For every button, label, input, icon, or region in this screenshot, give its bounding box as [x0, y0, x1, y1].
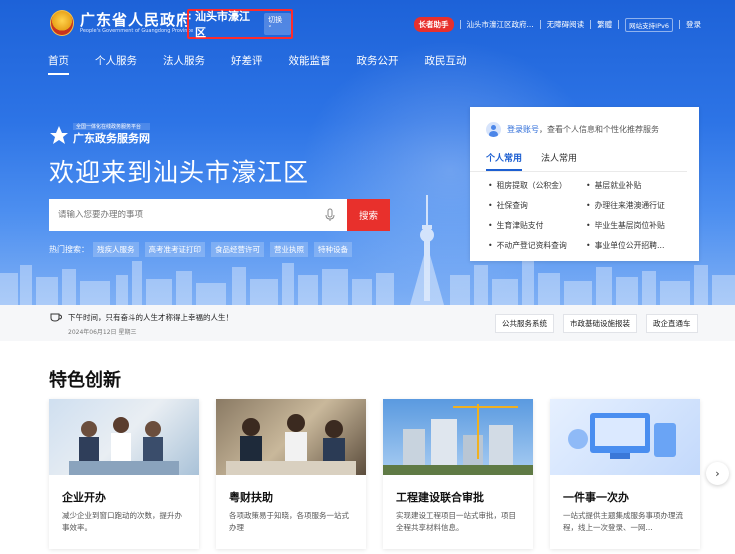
tab-personal-common[interactable]: 个人常用 [486, 151, 523, 171]
municipal-installation-button[interactable]: 市政基础设施报装 [563, 314, 637, 333]
gov-enterprise-express-button[interactable]: 政企直通车 [646, 314, 698, 333]
card-description: 各项政策易于知晓，各项服务一站式办理 [229, 511, 349, 532]
top-utility-links: 长者助手 汕头市濠江区政府... 无障碍阅读 繁體 网站支持IPv6 登录 [413, 17, 701, 32]
nav-supervision[interactable]: 效能监督 [289, 53, 331, 72]
common-service-links: 租房提取（公积金） 基层就业补贴 社保查询 办理往来港澳通行证 生育津贴支付 毕… [470, 172, 699, 251]
user-avatar-icon [486, 122, 501, 137]
card-title: 一件事一次办 [563, 491, 629, 504]
service-platform-icon [50, 125, 68, 144]
login-account-link[interactable]: 登录账号 [507, 124, 539, 135]
featured-card[interactable]: 工程建设联合审批 实现建设工程项目一站式审批，项目全程共享材料信息。 [383, 399, 533, 549]
office-meeting-image [216, 399, 366, 475]
service-link[interactable]: 事业单位公开招聘... [586, 240, 696, 251]
login-link[interactable]: 登录 [686, 19, 701, 30]
public-service-system-button[interactable]: 公共服务系统 [495, 314, 554, 333]
quick-links: 公共服务系统 市政基础设施报装 政企直通车 [486, 314, 698, 333]
service-link[interactable]: 社保查询 [488, 200, 586, 211]
card-title: 企业开办 [62, 491, 106, 504]
card-title: 粤财扶助 [229, 491, 273, 504]
service-name: 广东政务服务网 [73, 132, 150, 145]
service-tagline: 全国一体化在线政务服务平台 [73, 123, 150, 130]
login-tip: ，查看个人信息和个性化推荐服务 [539, 125, 659, 134]
welcome-heading: 欢迎来到汕头市濠江区 [49, 158, 310, 187]
featured-cards: 企业开办 减少企业到窗口跑动的次数，提升办事效率。 粤财扶助 各项政策易于知晓，… [49, 399, 717, 549]
service-link[interactable]: 毕业生基层岗位补贴 [586, 220, 696, 231]
card-description: 一站式提供主题集成服务事项办理流程，线上一次登录、一网... [563, 511, 683, 532]
search-button[interactable]: 搜索 [347, 199, 390, 231]
hot-tag[interactable]: 高考准考证打印 [144, 242, 205, 257]
service-link[interactable]: 办理往来港澳通行证 [586, 200, 696, 211]
service-link[interactable]: 生育津贴支付 [488, 220, 586, 231]
card-title: 工程建设联合审批 [396, 491, 484, 504]
nav-personal-services[interactable]: 个人服务 [95, 53, 137, 72]
site-subtitle: People's Government of Guangdong Provinc… [80, 27, 194, 34]
search-bar: 搜索 [49, 199, 390, 231]
nav-gov-affairs[interactable]: 政务公开 [357, 53, 399, 72]
top-header: 广东省人民政府 People's Government of Guangdong… [0, 0, 735, 48]
service-link[interactable]: 基层就业补贴 [586, 180, 696, 191]
national-emblem-icon [50, 10, 74, 36]
featured-card[interactable]: 一件事一次办 一站式提供主题集成服务事项办理流程，线上一次登录、一网... [550, 399, 700, 549]
business-team-image [49, 399, 199, 475]
service-tabs: 个人常用 法人常用 [470, 137, 687, 172]
service-link[interactable]: 租房提取（公积金） [488, 180, 586, 191]
traditional-chinese-link[interactable]: 繁體 [597, 19, 612, 30]
login-prompt: 登录账号 ，查看个人信息和个性化推荐服务 [470, 107, 699, 137]
main-nav: 首页 个人服务 法人服务 好差评 效能监督 政务公开 政民互动 [48, 53, 493, 75]
microphone-icon[interactable] [323, 208, 337, 222]
nav-home[interactable]: 首页 [48, 53, 69, 75]
elder-assistant-button[interactable]: 长者助手 [413, 17, 454, 32]
nav-legal-entity-services[interactable]: 法人服务 [163, 53, 205, 72]
notice-date: 2024年06月12日 星期三 [68, 329, 137, 336]
tab-legal-entity-common[interactable]: 法人常用 [541, 151, 577, 171]
coffee-cup-icon [50, 313, 62, 322]
card-description: 减少企业到窗口跑动的次数，提升办事效率。 [62, 511, 182, 532]
carousel-next-button[interactable]: › [706, 462, 729, 485]
city-switcher[interactable]: 汕头市濠江区 切换 ˅ [187, 9, 293, 39]
hot-searches-label: 热门搜索： [49, 245, 89, 254]
ipv6-badge: 网站支持IPv6 [625, 17, 673, 32]
service-link[interactable]: 不动产登记资料查询 [488, 240, 586, 251]
search-input[interactable] [49, 210, 323, 220]
hot-tag[interactable]: 残疾人服务 [93, 242, 139, 257]
featured-card[interactable]: 粤财扶助 各项政策易于知晓，各项服务一站式办理 [216, 399, 366, 549]
construction-site-image [383, 399, 533, 475]
current-site-link[interactable]: 汕头市濠江区政府... [467, 19, 534, 30]
nav-interaction[interactable]: 政民互动 [425, 53, 467, 72]
featured-section-title: 特色创新 [49, 370, 121, 391]
hot-tag[interactable]: 营业执照 [270, 242, 308, 257]
card-description: 实现建设工程项目一站式审批，项目全程共享材料信息。 [396, 511, 516, 532]
featured-card[interactable]: 企业开办 减少企业到窗口跑动的次数，提升办事效率。 [49, 399, 199, 549]
quick-services-card: 登录账号 ，查看个人信息和个性化推荐服务 个人常用 法人常用 租房提取（公积金）… [470, 107, 699, 261]
accessibility-link[interactable]: 无障碍阅读 [547, 19, 585, 30]
hot-searches: 热门搜索： 残疾人服务 高考准考证打印 食品经营许可 营业执照 特种设备 [49, 242, 358, 257]
site-logo[interactable]: 广东省人民政府 People's Government of Guangdong… [50, 10, 193, 36]
site-title: 广东省人民政府 [80, 10, 193, 29]
current-city: 汕头市濠江区 [195, 10, 250, 39]
digital-service-image [550, 399, 700, 475]
notice-message: 下午时间，只有奋斗的人生才称得上幸福的人生！ [68, 313, 233, 322]
hot-tag[interactable]: 食品经营许可 [211, 242, 264, 257]
service-platform-logo: 全国一体化在线政务服务平台 广东政务服务网 [49, 123, 150, 146]
nav-reviews[interactable]: 好差评 [231, 53, 263, 72]
hot-tag[interactable]: 特种设备 [314, 242, 352, 257]
switch-city-button[interactable]: 切换 ˅ [264, 13, 291, 35]
